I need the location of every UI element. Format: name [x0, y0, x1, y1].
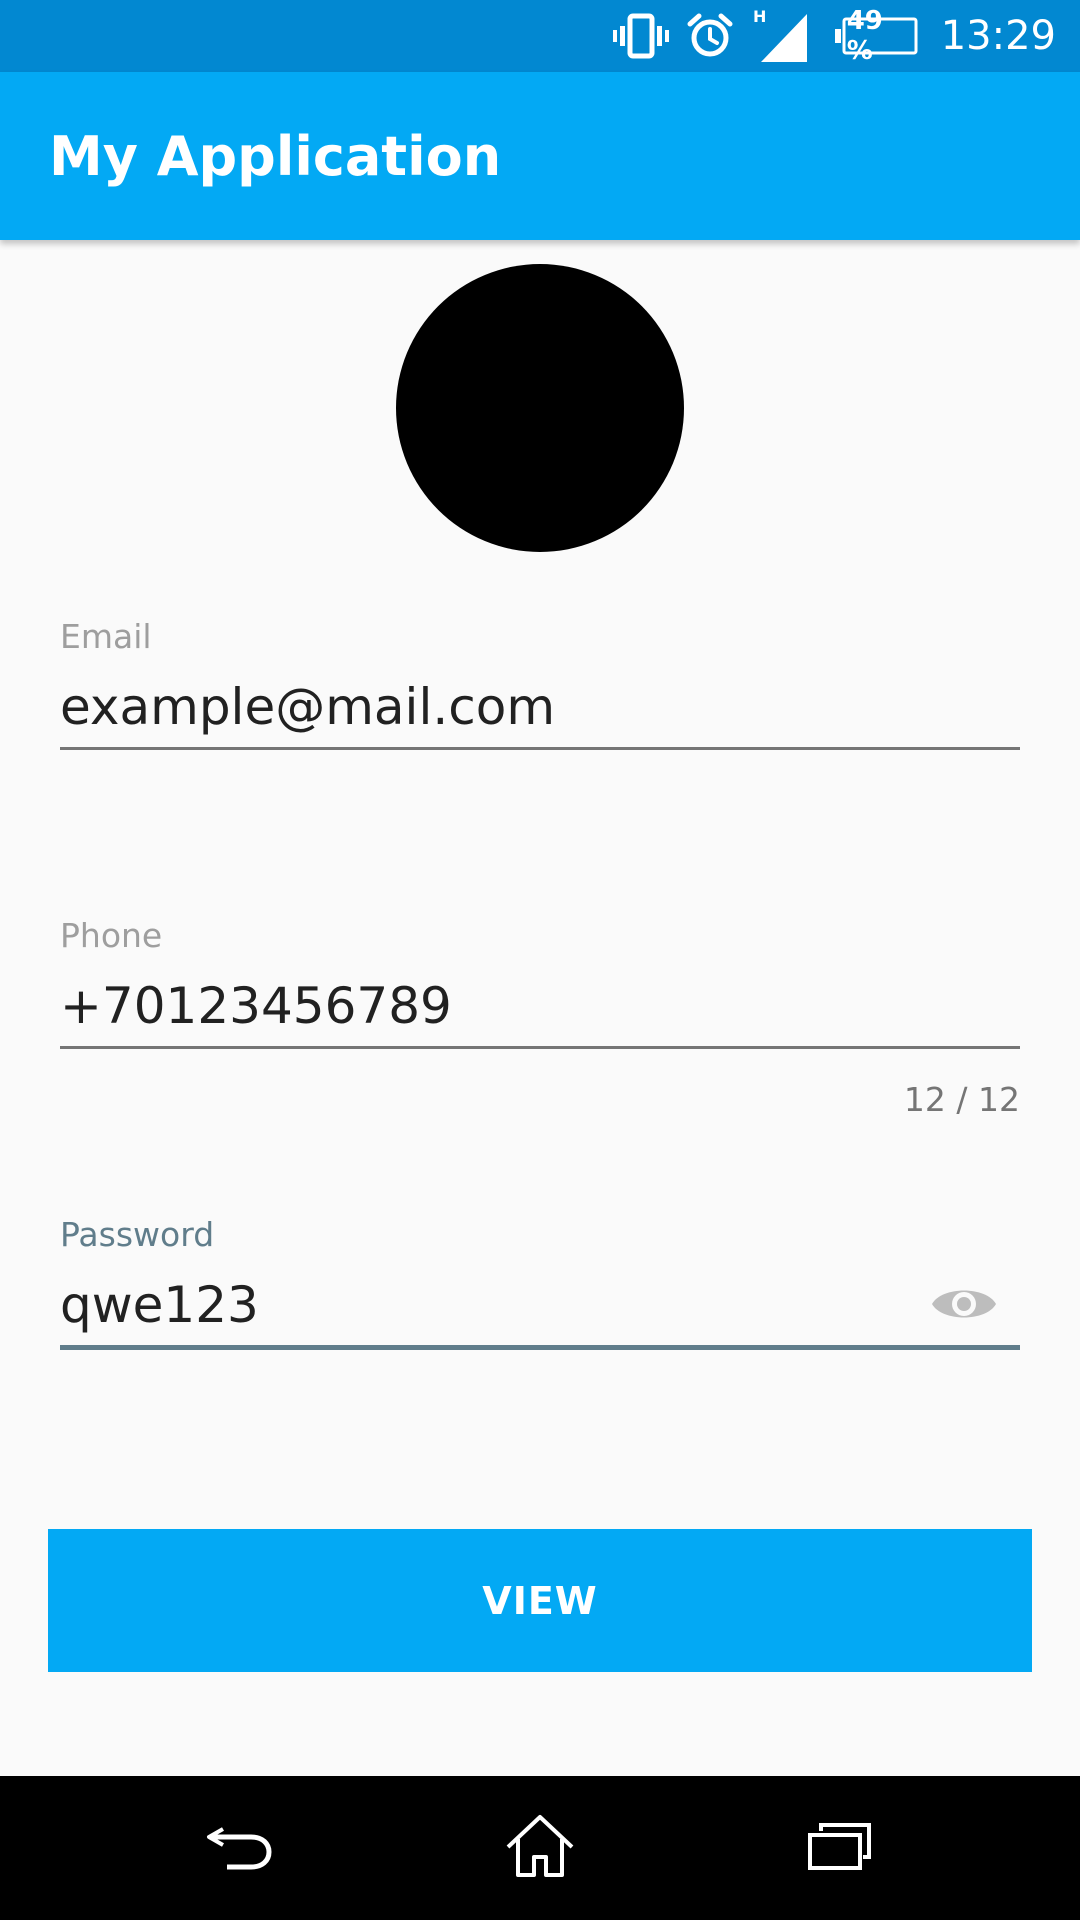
back-icon	[205, 1821, 275, 1876]
eye-icon[interactable]	[930, 1279, 998, 1329]
app-title: My Application	[49, 124, 502, 188]
status-icons: H 49 % 13:29	[612, 0, 1056, 72]
recents-button[interactable]	[760, 1776, 920, 1920]
avatar	[396, 264, 684, 552]
password-label: Password	[60, 1215, 215, 1254]
signal-icon: H	[751, 8, 811, 64]
email-field: Email	[60, 617, 1020, 750]
password-input[interactable]	[60, 1276, 920, 1334]
email-input[interactable]	[60, 678, 920, 736]
vibrate-icon	[612, 13, 669, 59]
phone-input-row	[60, 966, 1020, 1049]
alarm-icon	[687, 13, 733, 59]
app-bar: My Application	[0, 72, 1080, 240]
home-button[interactable]	[460, 1776, 620, 1920]
battery-icon: 49 %	[834, 6, 919, 66]
phone-field: Phone 12 / 12	[60, 916, 1020, 1119]
phone-char-counter: 12 / 12	[903, 1080, 1020, 1119]
back-button[interactable]	[160, 1776, 320, 1920]
email-label: Email	[60, 617, 152, 656]
network-type-label: H	[753, 8, 766, 26]
home-icon	[504, 1813, 576, 1884]
password-input-row	[60, 1265, 1020, 1350]
status-bar: H 49 % 13:29	[0, 0, 1080, 72]
phone-label: Phone	[60, 916, 163, 955]
email-input-row	[60, 667, 1020, 750]
nav-bar	[0, 1776, 1080, 1920]
password-field: Password	[60, 1215, 1020, 1350]
status-time: 13:29	[940, 13, 1056, 59]
battery-percent: 49 %	[846, 6, 883, 66]
recents-icon	[807, 1821, 873, 1876]
phone-input[interactable]	[60, 977, 920, 1035]
view-button[interactable]: VIEW	[48, 1529, 1032, 1672]
